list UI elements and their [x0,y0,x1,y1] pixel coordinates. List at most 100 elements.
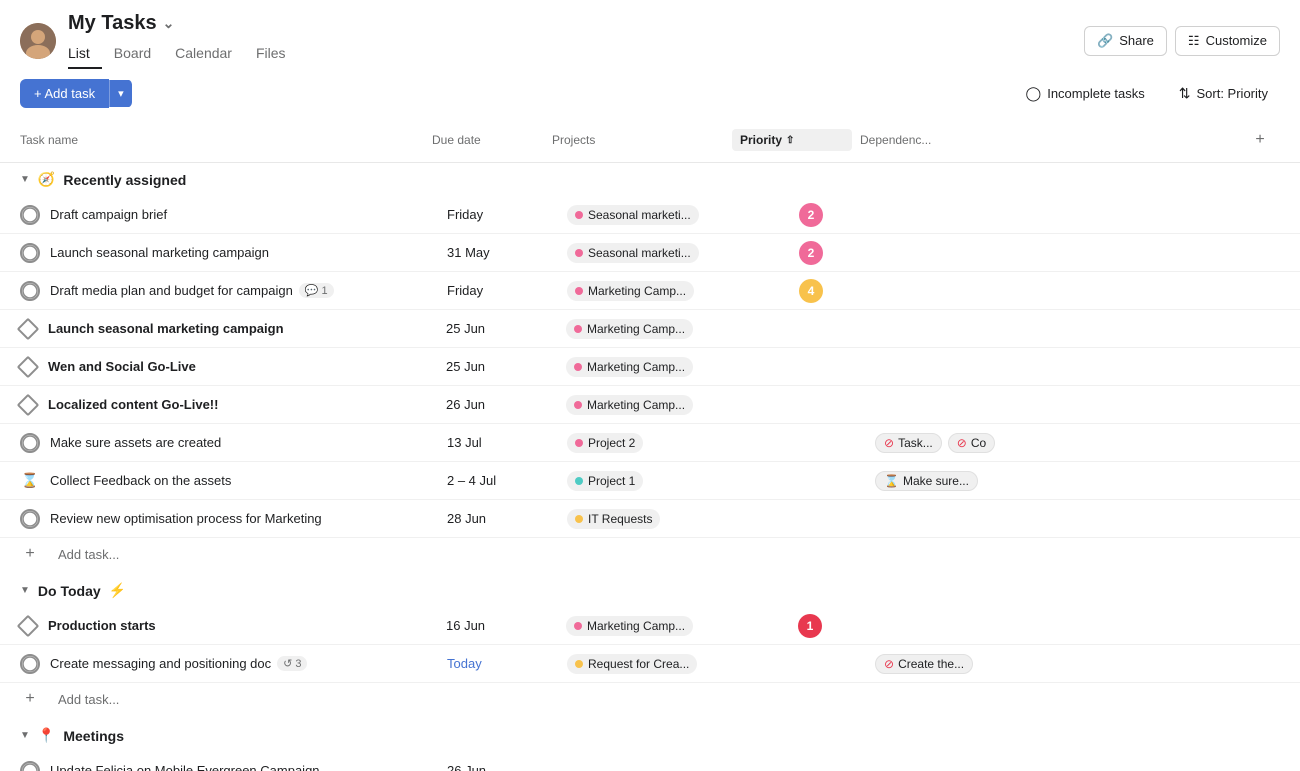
task-badge-comment-3[interactable]: 💬 1 [299,283,334,298]
project-name-9: IT Requests [588,512,652,526]
project-tag-11[interactable]: Request for Crea... [567,654,697,674]
project-tag-5[interactable]: Marketing Camp... [566,357,693,377]
incomplete-tasks-button[interactable]: ◯ Incomplete tasks [1014,79,1157,108]
title-area: My Tasks ⌄ List Board Calendar Files [68,12,1072,69]
add-task-caret[interactable]: ▾ [109,80,132,107]
table-row: Draft media plan and budget for campaign… [0,272,1300,310]
task-name-cell-7: Make sure assets are created [50,427,447,458]
collapse-icon-do-today[interactable]: ▼ [20,585,30,596]
project-tag-3[interactable]: Marketing Camp... [567,281,694,301]
section-icon-meetings: 📍 [38,727,55,744]
project-tag-2[interactable]: Seasonal marketi... [567,243,699,263]
nav-board[interactable]: Board [102,39,163,69]
task-check-12[interactable] [20,761,40,771]
task-name-3[interactable]: Draft media plan and budget for campaign [50,283,293,298]
section-icon-do-today: ⚡ [109,582,126,599]
dep-icon-8-1: ⌛ [884,474,899,488]
task-check-6[interactable] [17,393,40,416]
task-check-10[interactable] [17,614,40,637]
priority-badge-3[interactable]: 4 [799,279,823,303]
project-name-11: Request for Crea... [588,657,689,671]
priority-badge-2[interactable]: 2 [799,241,823,265]
task-name-11[interactable]: Create messaging and positioning doc [50,656,271,671]
project-tag-4[interactable]: Marketing Camp... [566,319,693,339]
page-title: My Tasks [68,12,157,35]
task-check-4[interactable] [17,317,40,340]
project-tag-6[interactable]: Marketing Camp... [566,395,693,415]
section-header-do-today[interactable]: ▼ Do Today ⚡ [0,574,1300,607]
col-header-priority[interactable]: Priority ⇧ [732,129,852,151]
task-check-7[interactable] [20,433,40,453]
subtask-count-11: 3 [295,658,301,670]
customize-icon: ☷ [1188,33,1200,49]
section-meetings: ▼ 📍 Meetings Update Felicia on Mobile Ev… [0,719,1300,771]
task-name-4[interactable]: Launch seasonal marketing campaign [48,321,284,336]
project-name-3: Marketing Camp... [588,284,686,298]
table-header: Task name Due date Projects Priority ⇧ D… [0,118,1300,163]
task-due-5: 25 Jun [446,359,566,374]
task-name-10[interactable]: Production starts [48,618,156,633]
task-check-11[interactable] [20,654,40,674]
task-check-3[interactable] [20,281,40,301]
col-header-dependencies: Dependenc... + [852,122,1280,158]
task-name-9[interactable]: Review new optimisation process for Mark… [50,511,322,526]
task-priority-2: 2 [747,241,867,265]
task-badge-subtask-11[interactable]: ↺ 3 [277,656,307,671]
task-dependencies-11: ⊘ Create the... [867,654,1280,674]
section-header-recently-assigned[interactable]: ▼ 🧭 Recently assigned [0,163,1300,196]
dep-tag-7-1[interactable]: ⊘ Task... [875,433,942,453]
project-name-2: Seasonal marketi... [588,246,691,260]
project-tag-9[interactable]: IT Requests [567,509,660,529]
task-name-12[interactable]: Update Felicia on Mobile Evergreen Campa… [50,763,320,771]
share-button[interactable]: 🔗 Share [1084,26,1167,56]
add-task-button[interactable]: + Add task [20,79,109,108]
nav-calendar[interactable]: Calendar [163,39,244,69]
task-name-cell-6: Localized content Go-Live!! [48,389,446,420]
section-header-meetings[interactable]: ▼ 📍 Meetings [0,719,1300,752]
task-check-1[interactable] [20,205,40,225]
share-label: Share [1119,33,1154,48]
task-check-9[interactable] [20,509,40,529]
dep-tag-7-2[interactable]: ⊘ Co [948,433,995,453]
project-tag-10[interactable]: Marketing Camp... [566,616,693,636]
sort-button[interactable]: ⇅ Sort: Priority [1167,79,1280,108]
task-project-9: IT Requests [567,509,747,529]
task-check-5[interactable] [17,355,40,378]
task-check-2[interactable] [20,243,40,263]
project-dot-1 [575,211,583,219]
table-row: Draft campaign brief Friday Seasonal mar… [0,196,1300,234]
priority-badge-10[interactable]: 1 [798,614,822,638]
project-tag-7[interactable]: Project 2 [567,433,643,453]
project-dot-3 [575,287,583,295]
priority-badge-1[interactable]: 2 [799,203,823,227]
dep-tag-8-1[interactable]: ⌛ Make sure... [875,471,978,491]
task-name-5[interactable]: Wen and Social Go-Live [48,359,196,374]
add-task-button-group: + Add task ▾ [20,79,132,108]
nav-files[interactable]: Files [244,39,298,69]
project-tag-8[interactable]: Project 1 [567,471,643,491]
task-project-5: Marketing Camp... [566,357,746,377]
project-dot-2 [575,249,583,257]
task-name-8[interactable]: Collect Feedback on the assets [50,473,231,488]
task-name-1[interactable]: Draft campaign brief [50,207,167,222]
table-row: Update Felicia on Mobile Evergreen Campa… [0,752,1300,771]
title-chevron-icon[interactable]: ⌄ [163,15,175,32]
nav-list[interactable]: List [68,39,102,69]
task-name-7[interactable]: Make sure assets are created [50,435,221,450]
add-task-row-do-today[interactable]: + Add task... [0,683,1300,715]
project-dot-8 [575,477,583,485]
add-task-row-recently-assigned[interactable]: + Add task... [0,538,1300,570]
task-name-6[interactable]: Localized content Go-Live!! [48,397,218,412]
add-column-button[interactable]: + [1248,128,1272,152]
toolbar: + Add task ▾ ◯ Incomplete tasks ⇅ Sort: … [0,69,1300,118]
dep-tag-11-1[interactable]: ⊘ Create the... [875,654,973,674]
priority-label: Priority [740,133,782,147]
collapse-icon[interactable]: ▼ [20,174,30,185]
task-name-2[interactable]: Launch seasonal marketing campaign [50,245,269,260]
project-tag-1[interactable]: Seasonal marketi... [567,205,699,225]
customize-button[interactable]: ☷ Customize [1175,26,1280,56]
task-due-4: 25 Jun [446,321,566,336]
task-check-8[interactable]: ⌛ [20,471,40,491]
task-due-6: 26 Jun [446,397,566,412]
collapse-icon-meetings[interactable]: ▼ [20,730,30,741]
